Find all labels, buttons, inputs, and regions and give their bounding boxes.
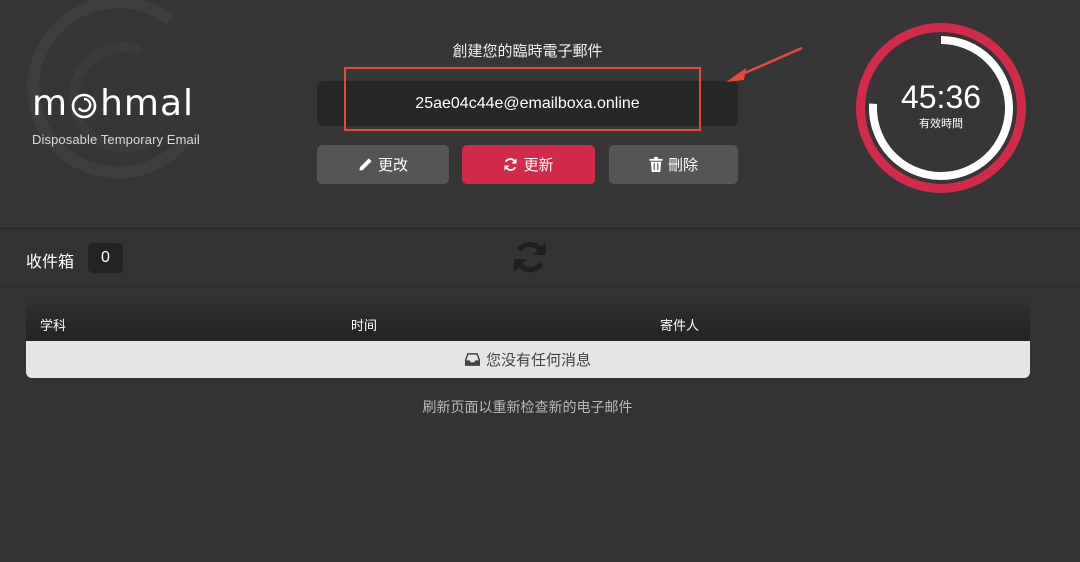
- timer-time: 45:36: [900, 79, 982, 115]
- delete-button[interactable]: 刪除: [609, 145, 738, 184]
- refresh-hint-text: 刷新页面以重新检查新的电子邮件: [422, 399, 633, 415]
- refresh-button-label: 更新: [523, 157, 554, 174]
- refresh-inbox-icon[interactable]: [511, 238, 549, 276]
- logo-text-left: m: [32, 83, 69, 124]
- table-header: 学科 时间 寄件人: [26, 303, 1030, 341]
- inbox-bar: 收件箱 0: [0, 228, 1080, 287]
- timer-label: 有效時間: [919, 118, 963, 130]
- empty-inbox-message: 您没有任何消息: [485, 352, 591, 369]
- annotation-arrow-icon: [726, 46, 803, 82]
- column-header-sender: 寄件人: [660, 318, 700, 333]
- column-header-subject: 学科: [40, 318, 67, 333]
- logo[interactable]: m hmal Disposable Temporary Email: [32, 84, 200, 148]
- timer-readout: 45:36 有效時間: [852, 80, 1030, 131]
- delete-button-label: 刪除: [667, 157, 698, 174]
- messages-table: 学科 时间 寄件人 您没有任何消息: [26, 303, 1030, 378]
- header: m hmal Disposable Temporary Email 創建您的臨時…: [0, 0, 1080, 227]
- inbox-tray-icon: [464, 353, 480, 366]
- column-header-time: 时间: [351, 318, 378, 333]
- inbox-label: 收件箱: [26, 254, 75, 271]
- logo-wordmark: m hmal: [32, 84, 200, 124]
- logo-tagline: Disposable Temporary Email: [32, 132, 200, 147]
- trash-icon: [649, 157, 663, 172]
- logo-swirl-icon: [69, 89, 99, 119]
- refresh-icon: [504, 158, 518, 171]
- edit-button[interactable]: 更改: [317, 145, 449, 184]
- edit-button-label: 更改: [377, 157, 408, 174]
- annotation-highlight-box: [344, 67, 701, 131]
- inbox-count-badge: 0: [88, 243, 123, 273]
- pencil-icon: [359, 158, 372, 171]
- empty-inbox-row: 您没有任何消息: [26, 341, 1030, 378]
- logo-text-right: hmal: [100, 83, 195, 124]
- create-email-title: 創建您的臨時電子郵件: [452, 43, 603, 60]
- refresh-button[interactable]: 更新: [462, 145, 595, 184]
